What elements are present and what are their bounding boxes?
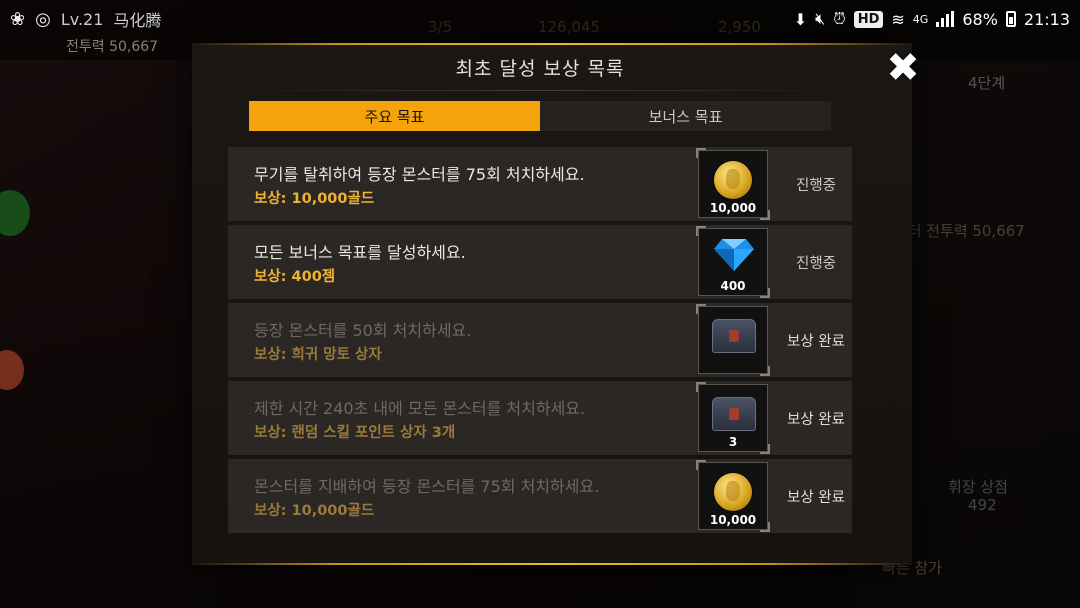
goal-title: 무기를 탈취하여 등장 몬스터를 75회 처치하세요.: [254, 165, 585, 184]
close-button[interactable]: ✖: [884, 45, 922, 91]
reward-qty: 10,000: [709, 201, 757, 215]
tab-bonus-goals[interactable]: 보너스 목표: [540, 101, 831, 131]
clock: 21:13: [1023, 9, 1070, 29]
reward-slot[interactable]: 3: [696, 382, 770, 454]
goal-title: 몬스터를 지배하여 등장 몬스터를 75회 처치하세요.: [254, 477, 600, 496]
gem-icon: [714, 239, 754, 271]
combat-power-label: 전투력: [66, 39, 105, 55]
goal-title: 제한 시간 240초 내에 모든 몬스터를 처치하세요.: [254, 399, 586, 418]
network-type: 4G: [912, 12, 929, 26]
goal-title: 등장 몬스터를 50회 처치하세요.: [254, 321, 472, 340]
reward-slot[interactable]: [696, 304, 770, 376]
goal-reward: 보상: 400젬: [254, 269, 336, 285]
goal-row: 무기를 탈취하여 등장 몬스터를 75회 처치하세요. 보상: 10,000골드…: [228, 147, 852, 221]
goal-status: 보상 완료: [787, 333, 845, 350]
download-icon: ⬇: [793, 9, 808, 29]
app-icon-2: ◎: [35, 8, 51, 30]
chest-icon: [712, 319, 756, 353]
goal-reward: 보상: 랜덤 스킬 포인트 상자 3개: [254, 425, 456, 441]
close-icon: ✖: [886, 45, 920, 91]
goal-row: 모든 보너스 목표를 달성하세요. 보상: 400젬 400 진행중: [228, 225, 852, 299]
hd-badge: HD: [853, 10, 884, 28]
reward-qty: 3: [728, 435, 738, 449]
gold-coin-icon: [714, 473, 752, 511]
reward-slot[interactable]: 10,000: [696, 460, 770, 532]
modal-top-border: [192, 43, 912, 45]
wifi-icon: ≋: [891, 9, 905, 29]
goal-reward: 보상: 10,000골드: [254, 503, 375, 519]
status-bar: ❀ ◎ Lv.21 马化腾 ⬇ 🔇︎ ⏰︎ HD ≋ 4G 68% 21:13: [0, 0, 1080, 38]
signal-icon: [936, 11, 955, 27]
combat-power: 전투력 50,667: [66, 36, 158, 56]
mute-icon: 🔇︎: [815, 9, 826, 28]
reward-qty: 10,000: [709, 513, 757, 527]
player-level: Lv.21: [60, 9, 104, 29]
reward-slot[interactable]: 400: [696, 226, 770, 298]
title-divider: [230, 90, 850, 91]
tab-main-goals[interactable]: 주요 목표: [249, 101, 540, 131]
goal-status: 보상 완료: [787, 411, 845, 428]
chest-icon: [712, 397, 756, 431]
app-icon: ❀: [10, 8, 26, 30]
goal-status: 보상 완료: [787, 489, 845, 506]
goal-list: 무기를 탈취하여 등장 몬스터를 75회 처치하세요. 보상: 10,000골드…: [228, 147, 852, 537]
goal-status: 진행중: [795, 255, 837, 272]
goal-reward: 보상: 10,000골드: [254, 191, 375, 207]
goal-row: 등장 몬스터를 50회 처치하세요. 보상: 희귀 망토 상자 보상 완료: [228, 303, 852, 377]
alarm-icon: ⏰︎: [833, 9, 846, 28]
player-name: 马化腾: [113, 11, 162, 30]
battery-icon: [1005, 11, 1016, 27]
goal-title: 모든 보너스 목표를 달성하세요.: [254, 243, 466, 262]
goal-row: 제한 시간 240초 내에 모든 몬스터를 처치하세요. 보상: 랜덤 스킬 포…: [228, 381, 852, 455]
reward-qty: 400: [720, 279, 746, 293]
goal-status: 진행중: [795, 177, 837, 194]
tab-bar: 주요 목표 보너스 목표: [249, 101, 831, 131]
battery-percent: 68%: [962, 9, 998, 29]
goal-reward: 보상: 희귀 망토 상자: [254, 347, 382, 363]
goal-row: 몬스터를 지배하여 등장 몬스터를 75회 처치하세요. 보상: 10,000골…: [228, 459, 852, 533]
modal-bottom-border: [192, 563, 912, 565]
gold-coin-icon: [714, 161, 752, 199]
combat-power-value: 50,667: [109, 39, 159, 55]
reward-slot[interactable]: 10,000: [696, 148, 770, 220]
